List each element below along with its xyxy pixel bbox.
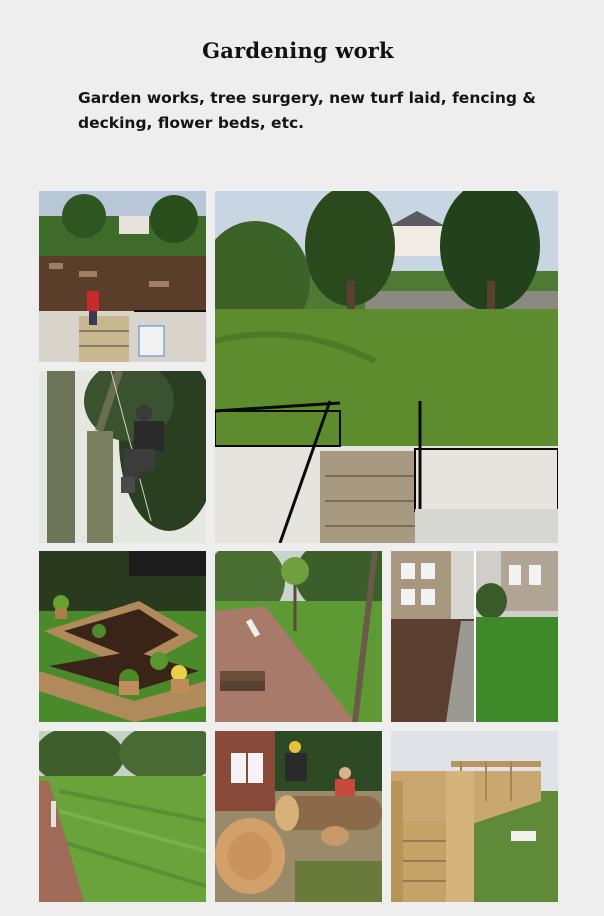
new-turf-photo-image xyxy=(39,731,206,902)
garden-path-photo-image xyxy=(215,551,382,722)
tree-surgeon-photo-image xyxy=(39,371,206,543)
page-title: Gardening work xyxy=(202,38,394,63)
log-cutting-photo-image xyxy=(215,731,382,902)
gallery-photo-log-cutting[interactable] xyxy=(215,731,382,902)
gallery-photo-flower-beds[interactable] xyxy=(39,551,206,722)
page-description: Garden works, tree surgery, new turf lai… xyxy=(78,89,536,132)
gallery-photo-decking[interactable] xyxy=(391,731,558,902)
gallery-photo-landscaping[interactable] xyxy=(39,191,206,362)
lawn-photo-image xyxy=(215,191,558,543)
landscaping-photo-image xyxy=(39,191,206,362)
gallery-photo-garden-path[interactable] xyxy=(215,551,382,722)
gallery-photo-new-turf[interactable] xyxy=(39,731,206,902)
gallery-photo-tree-surgeon[interactable] xyxy=(39,371,206,543)
flower-beds-photo-image xyxy=(39,551,206,722)
gallery-photo-lawn-railings[interactable] xyxy=(215,191,558,543)
turf-before-after-photo-image xyxy=(391,551,558,722)
decking-photo-image xyxy=(391,731,558,902)
gallery-photo-turf-before-after[interactable] xyxy=(391,551,558,722)
